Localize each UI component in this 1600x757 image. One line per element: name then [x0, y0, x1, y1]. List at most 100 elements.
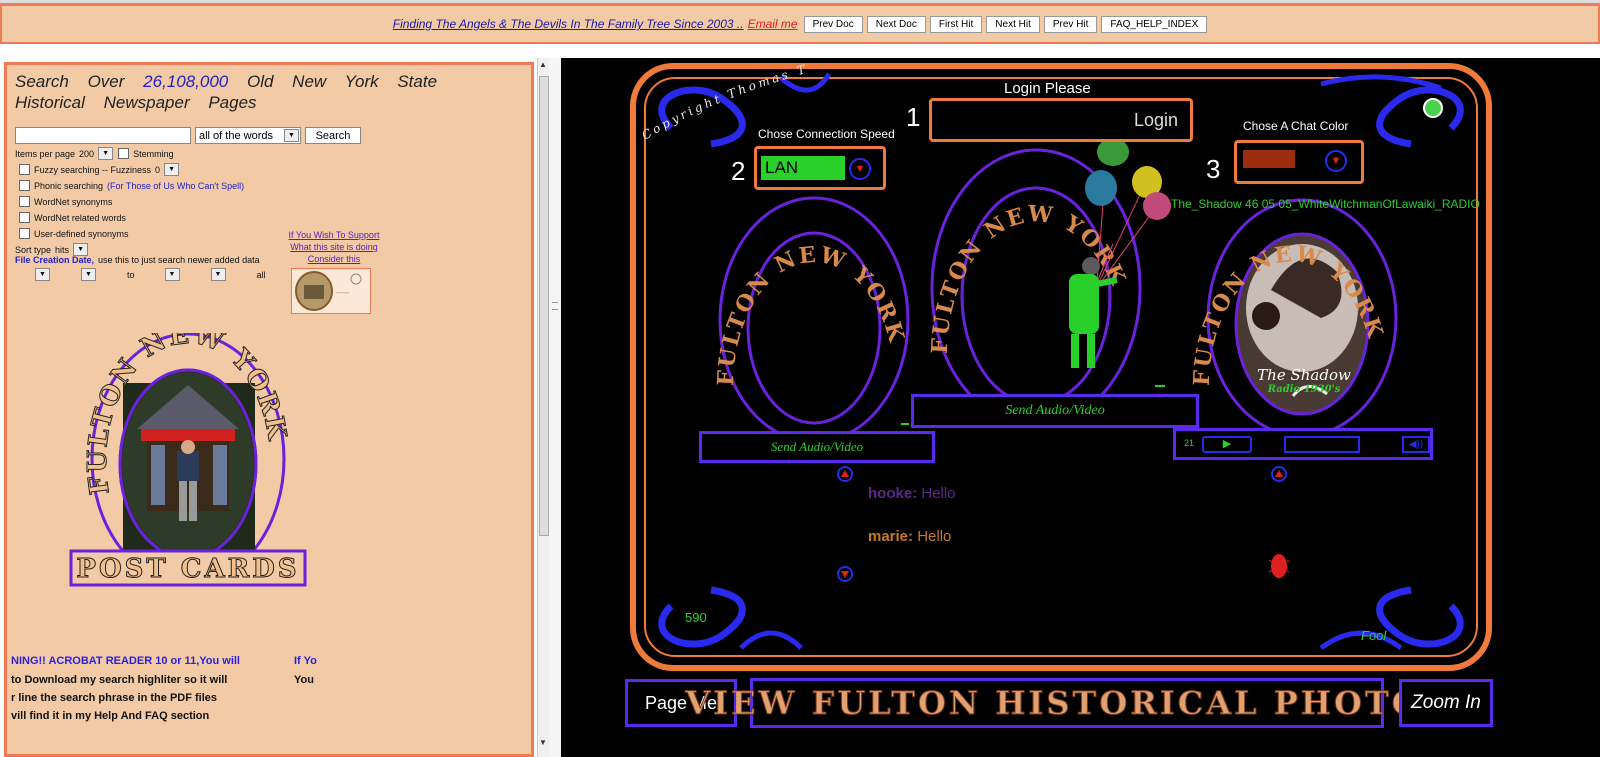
search-heading-prefix: Search Over — [15, 72, 125, 91]
send-av-button-left[interactable]: Send Audio/Video — [699, 431, 935, 463]
connection-speed-select[interactable]: LAN ▼ — [754, 146, 886, 190]
items-per-page-label: Items per page — [15, 148, 76, 159]
send-av-button-center[interactable]: Send Audio/Video — [911, 394, 1199, 428]
chevron-down-icon[interactable]: ▼ — [1325, 150, 1347, 172]
support-line-2: What this site is doing — [290, 242, 378, 252]
page-count: 26,108,000 — [143, 72, 229, 91]
bug-icon[interactable] — [1268, 554, 1290, 578]
connection-speed-label: Chose Connection Speed — [758, 127, 895, 141]
match-mode-select[interactable]: all of the words ▼ — [195, 127, 301, 144]
chat-message: hooke: Hello — [868, 485, 956, 502]
match-mode-value: all of the words — [199, 129, 273, 142]
phonic-label: Phonic searching — [34, 180, 104, 191]
chat-text: Hello — [921, 485, 956, 502]
search-form: all of the words ▼ Search — [15, 127, 361, 144]
file-date-row: File Creation Date, use this to just sea… — [15, 255, 260, 265]
file-date-note: use this to just search newer added data — [98, 255, 260, 265]
radio-title: The_Shadow 46 05 05_WhiteWitchmanOfLawai… — [1171, 197, 1480, 211]
scroll-down-icon[interactable] — [837, 566, 853, 582]
chevron-down-icon[interactable]: ▼ — [81, 268, 96, 281]
chevron-down-icon[interactable]: ▼ — [98, 147, 114, 160]
next-hit-button[interactable]: Next Hit — [986, 15, 1040, 33]
fool-label: Fool — [1361, 628, 1387, 643]
scroll-up-icon[interactable]: ▲ — [539, 60, 547, 69]
chevron-down-icon[interactable]: ▼ — [210, 268, 226, 281]
fuzzy-row: Fuzzy searching -- Fuzziness 0 ▼ — [19, 163, 180, 176]
svg-text:~~~~: ~~~~ — [336, 291, 350, 297]
user-synonyms-row: User-defined synonyms — [19, 228, 129, 239]
search-panel: Search Over 26,108,000 Old New York Stat… — [4, 62, 534, 757]
wordnet-synonyms-checkbox[interactable] — [19, 196, 30, 207]
faq-help-index-button[interactable]: FAQ_HELP_INDEX — [1101, 15, 1208, 33]
date-all-label: all — [256, 269, 266, 280]
view-photos-label: VIEW FULTON HISTORICAL PHOTOS — [685, 684, 1449, 723]
volume-icon[interactable]: ◀)) — [1402, 436, 1430, 453]
date-to-label: to — [127, 269, 135, 280]
search-frame: Search Over 26,108,000 Old New York Stat… — [0, 58, 549, 757]
phonic-note: (For Those of Us Who Can't Spell) — [107, 180, 245, 191]
view-photos-button[interactable]: VIEW FULTON HISTORICAL PHOTOS — [685, 678, 1446, 728]
items-per-page-value[interactable]: 200 — [79, 149, 94, 159]
warning-heading-right: If Yo — [294, 655, 317, 667]
fuzzy-checkbox[interactable] — [19, 164, 30, 175]
media-player-bar: 21 ▶ ◀)) — [1173, 428, 1433, 460]
scroll-up-icon[interactable] — [837, 466, 853, 482]
acrobat-warning-heading: NING!! ACROBAT READER 10 or 11,You will — [11, 655, 240, 667]
warning-text-right: You — [294, 674, 314, 686]
chat-username: marie — [868, 528, 909, 545]
sort-value[interactable]: hits — [55, 245, 69, 255]
chat-color-label: Chose A Chat Color — [1243, 119, 1349, 133]
chat-message: marie: Hello — [868, 528, 952, 545]
wordnet-related-checkbox[interactable] — [19, 212, 30, 223]
wordnet-synonyms-label: WordNet synonyms — [34, 196, 113, 207]
prev-doc-button[interactable]: Prev Doc — [803, 15, 863, 33]
search-heading: Search Over 26,108,000 Old New York Stat… — [15, 71, 505, 113]
stemming-label: Stemming — [133, 148, 174, 159]
prev-hit-button[interactable]: Prev Hit — [1043, 15, 1098, 33]
scroll-up-icon[interactable] — [1271, 466, 1287, 482]
chat-color-select[interactable]: ▼ — [1234, 140, 1364, 184]
page: Finding The Angels & The Devils In The F… — [0, 0, 1600, 757]
send-av-label: Send Audio/Video — [1005, 403, 1105, 418]
chevron-down-icon[interactable]: ▼ — [164, 268, 180, 281]
chat-text: Hello — [917, 528, 952, 545]
user-synonyms-label: User-defined synonyms — [34, 228, 129, 239]
tagline-link[interactable]: Finding The Angels & The Devils In The F… — [393, 17, 744, 31]
postcard-thumbnail[interactable]: ~~~~ — [291, 268, 371, 314]
scrollbar-thumb[interactable] — [539, 76, 549, 536]
login-title: Login Please — [1004, 80, 1091, 97]
email-me-link[interactable]: Email me — [748, 17, 798, 31]
postcards-graphic[interactable]: FULTON NEW YORK POST CARDS — [67, 319, 317, 589]
search-frame-scrollbar[interactable]: ▲ ▼ — [537, 58, 549, 757]
search-button[interactable]: Search — [305, 127, 361, 144]
acrobat-warning-text: to Download my search highliter so it wi… — [11, 671, 227, 725]
frame-divider[interactable] — [549, 58, 561, 757]
next-doc-button[interactable]: Next Doc — [866, 15, 926, 33]
support-line-3: Consider this — [307, 254, 361, 264]
stemming-checkbox[interactable] — [118, 148, 130, 159]
phonic-row: Phonic searching (For Those of Us Who Ca… — [19, 180, 244, 191]
user-synonyms-checkbox[interactable] — [19, 228, 30, 239]
postcards-banner: POST CARDS — [76, 554, 299, 584]
date-range-row: ▼ ▼ to ▼ ▼ all — [35, 268, 266, 281]
play-icon[interactable]: ▶ — [1202, 436, 1252, 453]
scroll-down-icon[interactable]: ▼ — [539, 738, 547, 747]
items-per-page-row: Items per page 200 ▼ Stemming — [15, 147, 174, 160]
chevron-down-icon[interactable]: ▼ — [35, 268, 50, 281]
first-hit-button[interactable]: First Hit — [929, 15, 983, 33]
wordnet-related-row: WordNet related words — [19, 212, 126, 223]
support-link[interactable]: If You Wish To Support What this site is… — [279, 229, 389, 265]
seek-bar[interactable] — [1284, 436, 1360, 453]
grip-icon — [552, 302, 558, 310]
search-input[interactable] — [15, 127, 191, 144]
fuzziness-value[interactable]: 0 — [155, 165, 160, 175]
login-button[interactable]: Login — [929, 98, 1193, 142]
phonic-checkbox[interactable] — [19, 180, 30, 191]
chevron-down-icon[interactable]: ▼ — [849, 158, 871, 180]
wordnet-related-label: WordNet related words — [34, 212, 126, 223]
zoom-in-button[interactable]: Zoom In — [1399, 679, 1493, 727]
track-number: 21 — [1184, 438, 1195, 448]
chevron-down-icon[interactable]: ▼ — [164, 163, 180, 176]
shadow-subtitle: Radio 1930's — [1267, 384, 1341, 395]
fuzzy-label: Fuzzy searching -- Fuzziness — [34, 164, 152, 175]
